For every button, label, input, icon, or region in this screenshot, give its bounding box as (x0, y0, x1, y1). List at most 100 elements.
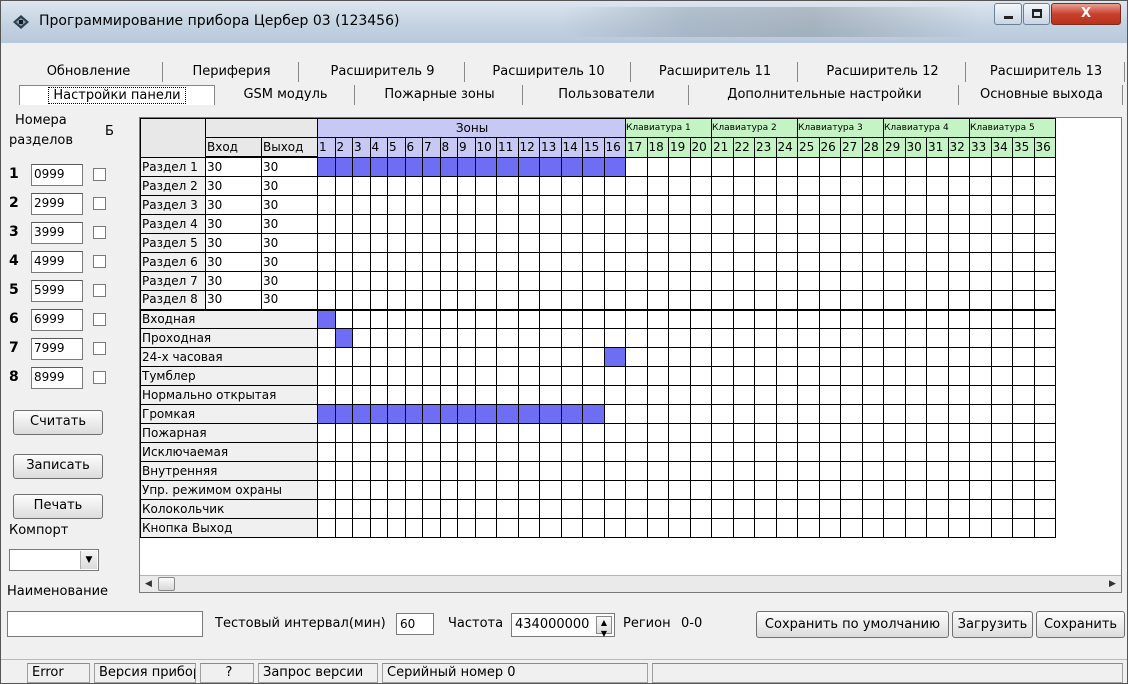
zone-cell[interactable] (560, 442, 583, 462)
zone-cell[interactable] (689, 499, 712, 519)
tab-tabs2-2[interactable]: Пожарные зоны (357, 85, 523, 105)
zone-cell[interactable] (883, 461, 906, 481)
zone-cell[interactable] (582, 176, 605, 196)
zone-cell[interactable] (969, 252, 992, 272)
zone-cell[interactable] (797, 461, 820, 481)
zone-cell[interactable] (711, 404, 734, 424)
close-button[interactable]: X (1051, 3, 1121, 25)
zone-cell[interactable] (904, 366, 927, 386)
zone-cell[interactable] (352, 214, 371, 234)
zone-cell[interactable] (926, 385, 949, 405)
tab-tabs2-1[interactable]: GSM модуль (217, 85, 355, 105)
zone-cell[interactable] (422, 480, 441, 500)
zone-cell[interactable] (646, 176, 669, 196)
zone-cell[interactable] (990, 195, 1013, 215)
zone-cell[interactable] (439, 328, 458, 348)
zone-cell[interactable] (797, 518, 820, 538)
zone-cell[interactable] (317, 157, 336, 177)
zone-cell[interactable] (711, 176, 734, 196)
zone-cell[interactable] (352, 442, 371, 462)
save-button[interactable]: Сохранить (1036, 611, 1125, 638)
zone-cell[interactable] (369, 157, 388, 177)
zone-cell[interactable] (496, 214, 519, 234)
zone-cell[interactable] (422, 385, 441, 405)
zone-cell[interactable] (603, 233, 626, 253)
zone-cell[interactable] (947, 480, 970, 500)
zone-cell[interactable] (947, 271, 970, 291)
zone-cell[interactable] (689, 290, 712, 311)
zone-cell[interactable] (582, 480, 605, 500)
zone-cell[interactable] (539, 214, 562, 234)
zone-cell[interactable] (947, 176, 970, 196)
zone-cell[interactable] (969, 480, 992, 500)
zone-cell[interactable] (668, 385, 691, 405)
zone-cell[interactable] (496, 442, 519, 462)
zone-cell[interactable] (754, 195, 777, 215)
zone-cell[interactable] (496, 423, 519, 443)
zone-cell[interactable] (947, 252, 970, 272)
zone-cell[interactable] (797, 347, 820, 367)
zone-cell[interactable] (439, 233, 458, 253)
zone-cell[interactable] (334, 480, 353, 500)
zone-cell[interactable] (474, 157, 497, 177)
zone-cell[interactable] (625, 480, 648, 500)
zone-cell[interactable] (404, 385, 423, 405)
zone-cell[interactable] (387, 157, 406, 177)
zone-cell[interactable] (404, 423, 423, 443)
zone-cell[interactable] (668, 499, 691, 519)
zone-cell[interactable] (1012, 518, 1035, 538)
zone-cell[interactable] (422, 176, 441, 196)
zone-cell[interactable] (560, 518, 583, 538)
zone-cell[interactable] (582, 423, 605, 443)
zone-cell[interactable] (582, 214, 605, 234)
zone-cell[interactable] (539, 290, 562, 311)
zone-cell[interactable] (317, 214, 336, 234)
zone-cell[interactable] (818, 252, 841, 272)
zone-cell[interactable] (387, 366, 406, 386)
section-code-input[interactable]: 4999 (31, 251, 83, 273)
zone-cell[interactable] (369, 499, 388, 519)
zone-cell[interactable] (439, 176, 458, 196)
zone-cell[interactable] (732, 442, 755, 462)
zone-cell[interactable] (861, 195, 884, 215)
zone-cell[interactable] (474, 176, 497, 196)
zone-cell[interactable] (404, 271, 423, 291)
zone-cell[interactable] (861, 328, 884, 348)
zone-cell[interactable] (754, 518, 777, 538)
zone-cell[interactable] (732, 366, 755, 386)
zone-cell[interactable] (560, 404, 583, 424)
zone-cell[interactable] (840, 233, 863, 253)
zone-cell[interactable] (904, 442, 927, 462)
zone-cell[interactable] (797, 214, 820, 234)
zone-cell[interactable] (668, 252, 691, 272)
scroll-thumb[interactable] (158, 577, 175, 591)
zone-cell[interactable] (797, 176, 820, 196)
zone-cell[interactable] (387, 442, 406, 462)
zone-cell[interactable] (861, 233, 884, 253)
partition-in-delay[interactable]: 30 (205, 195, 262, 215)
zone-cell[interactable] (334, 252, 353, 272)
zone-cell[interactable] (904, 347, 927, 367)
zone-cell[interactable] (457, 480, 476, 500)
zone-cell[interactable] (775, 366, 798, 386)
zone-cell[interactable] (775, 461, 798, 481)
zone-cell[interactable] (422, 290, 441, 311)
zone-cell[interactable] (840, 195, 863, 215)
tab-tabs2-0[interactable]: Настройки панели (19, 85, 215, 105)
zone-cell[interactable] (861, 385, 884, 405)
zone-cell[interactable] (797, 404, 820, 424)
zone-cell[interactable] (404, 499, 423, 519)
zone-cell[interactable] (582, 309, 605, 329)
zone-cell[interactable] (646, 309, 669, 329)
zone-cell[interactable] (603, 499, 626, 519)
zone-cell[interactable] (668, 442, 691, 462)
zone-cell[interactable] (334, 271, 353, 291)
zone-cell[interactable] (732, 404, 755, 424)
zone-cell[interactable] (926, 214, 949, 234)
zone-cell[interactable] (689, 328, 712, 348)
zone-cell[interactable] (517, 290, 540, 311)
zone-cell[interactable] (603, 404, 626, 424)
read-button[interactable]: Считать (13, 410, 103, 435)
zone-cell[interactable] (668, 195, 691, 215)
zone-cell[interactable] (646, 271, 669, 291)
